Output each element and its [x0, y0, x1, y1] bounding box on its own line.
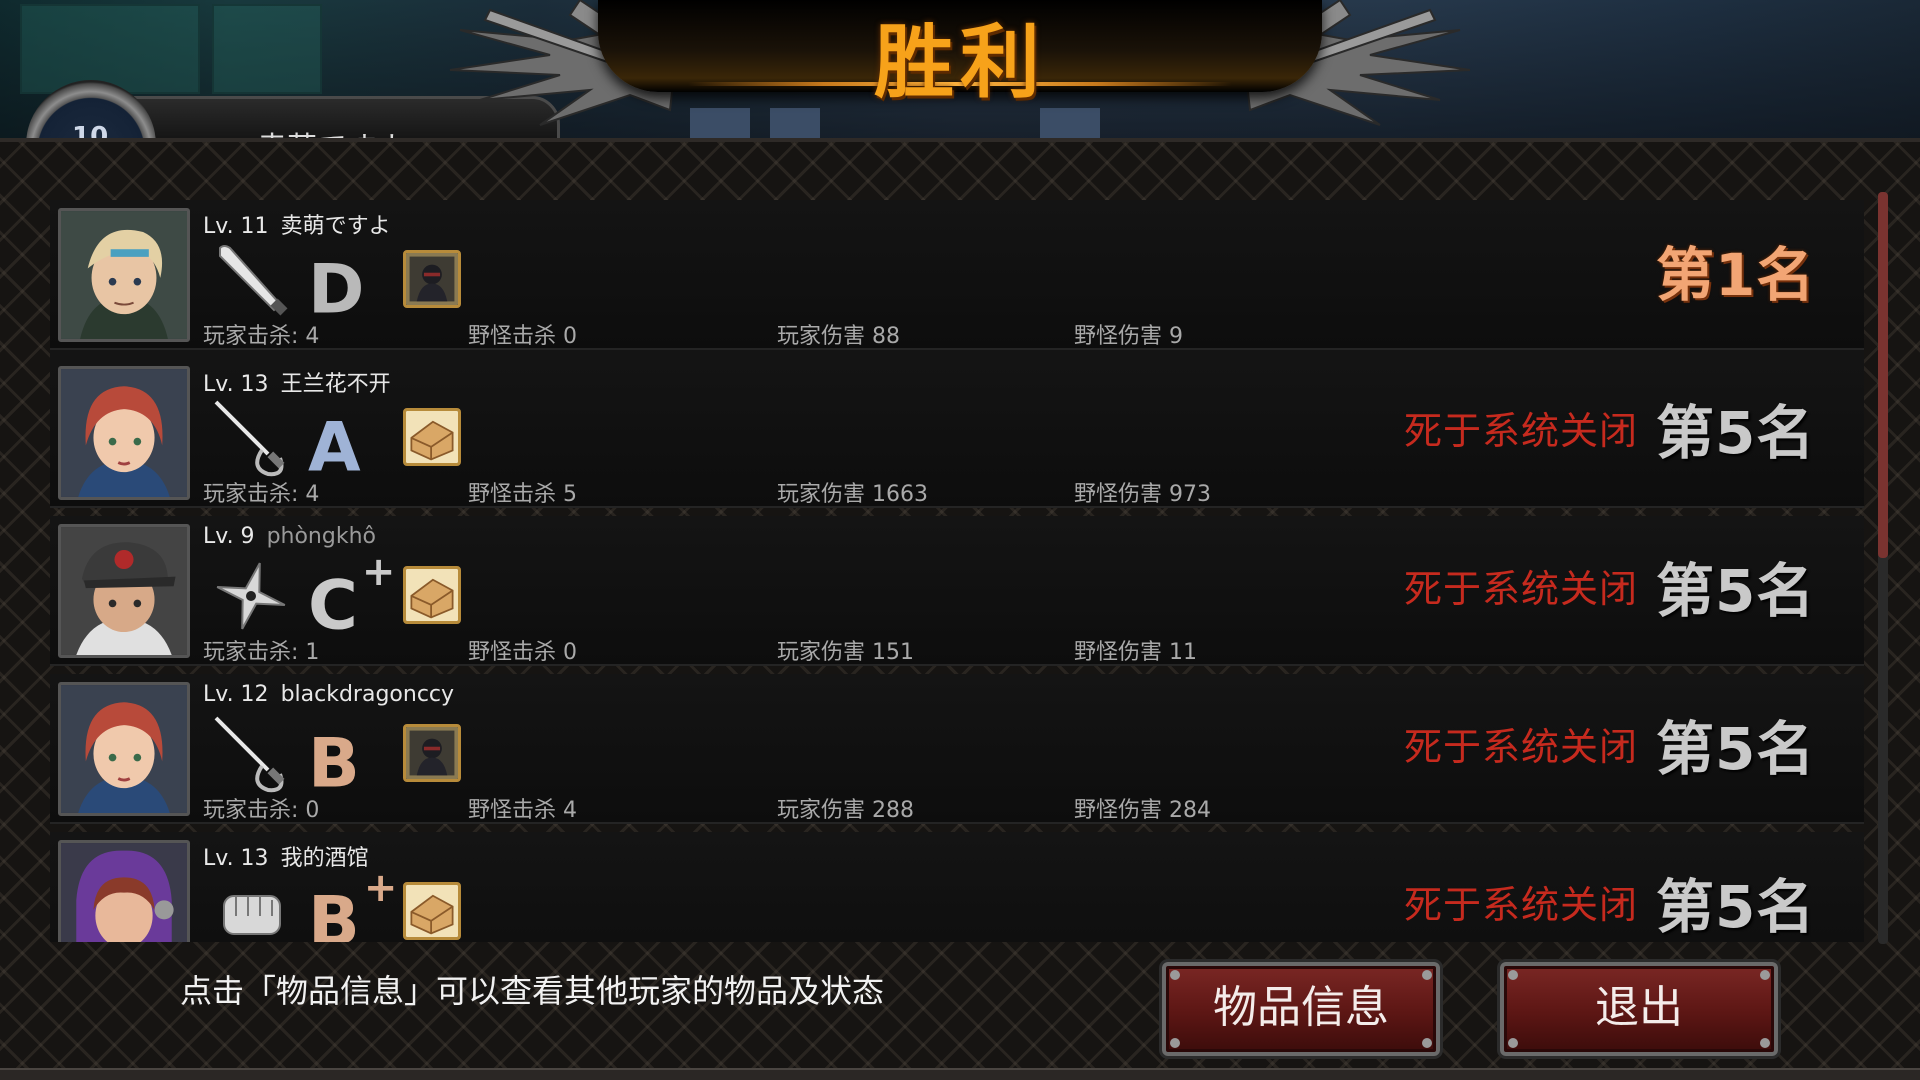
player-row-4[interactable]: Lv. 12 blackdragonccy B 玩家击杀: 0 野怪击杀 4 玩家… — [50, 674, 1864, 824]
player-level: Lv. 11 — [203, 214, 269, 239]
player-level: Lv. 13 — [203, 846, 269, 871]
player-name: phòngkhô — [266, 524, 376, 549]
player-damage: 玩家伤害 1663 — [777, 482, 928, 507]
bolt-icon — [1170, 1038, 1180, 1048]
rank-label: 第5名 — [1656, 715, 1816, 783]
player-kills: 玩家击杀: 0 — [203, 798, 320, 823]
avatar — [58, 840, 190, 942]
death-reason: 死于系统关闭 — [1404, 883, 1639, 927]
grade-plus: + — [361, 549, 396, 595]
weapon-grade: B + — [308, 865, 398, 942]
avatar — [58, 682, 190, 816]
shuriken-icon — [210, 556, 292, 636]
bread-item-icon[interactable] — [403, 566, 461, 624]
player-name: blackdragonccy — [280, 682, 455, 707]
player-row-5[interactable]: Lv. 13 我的酒馆 B + 死于系统关闭 第5名 — [50, 832, 1864, 942]
player-level: Lv. 13 — [203, 372, 269, 397]
bolt-icon — [1422, 1038, 1432, 1048]
player-kills: 玩家击杀: 4 — [203, 324, 320, 349]
player-damage: 玩家伤害 288 — [777, 798, 914, 823]
monster-damage: 野怪伤害 11 — [1074, 640, 1197, 665]
bolt-icon — [1508, 970, 1518, 980]
grade-letter: B — [308, 882, 360, 942]
bread-item-icon[interactable] — [403, 408, 461, 466]
player-level: Lv. 9 — [203, 524, 255, 549]
death-reason: 死于系统关闭 — [1404, 725, 1639, 769]
death-reason: 死于系统关闭 — [1404, 409, 1639, 453]
rapier-icon — [210, 714, 292, 794]
bolt-icon — [1760, 970, 1770, 980]
weapon-grade: B — [308, 710, 364, 805]
exit-button[interactable]: 退出 — [1500, 962, 1778, 1056]
bolt-icon — [1760, 1038, 1770, 1048]
monster-damage: 野怪伤害 973 — [1074, 482, 1211, 507]
player-row-2[interactable]: Lv. 13 王兰花不开 A 玩家击杀: 4 野怪击杀 5 玩家伤害 1663 野… — [50, 358, 1864, 508]
bolt-icon — [1508, 1038, 1518, 1048]
avatar — [58, 366, 190, 500]
scrollbar-thumb[interactable] — [1878, 192, 1888, 558]
player-kills: 玩家击杀: 4 — [203, 482, 320, 507]
hint-text: 点击「物品信息」可以查看其他玩家的物品及状态 — [180, 972, 885, 1010]
bread-item-icon[interactable] — [403, 882, 461, 940]
avatar — [58, 208, 190, 342]
player-kills: 玩家击杀: 1 — [203, 640, 320, 665]
level-and-name: Lv. 9 phòngkhô — [203, 524, 376, 549]
weapon-grade: A — [308, 394, 365, 489]
victory-title: 胜利 — [874, 16, 1046, 109]
player-row-3[interactable]: Lv. 9 phòngkhô C + 玩家击杀: 1 野怪击杀 0 玩家伤害 151… — [50, 516, 1864, 666]
item-info-button[interactable]: 物品信息 — [1162, 962, 1440, 1056]
monster-kills: 野怪击杀 0 — [468, 640, 577, 665]
ninja-item-icon[interactable] — [403, 724, 461, 782]
monster-kills: 野怪击杀 5 — [468, 482, 577, 507]
weapon-grade: C + — [308, 549, 396, 647]
monster-kills: 野怪击杀 4 — [468, 798, 577, 823]
bottom-edge — [0, 1068, 1920, 1080]
bolt-icon — [1170, 970, 1180, 980]
exit-button-label: 退出 — [1595, 982, 1683, 1033]
ninja-item-icon[interactable] — [403, 250, 461, 308]
rank-label: 第1名 — [1656, 241, 1816, 309]
death-reason: 死于系统关闭 — [1404, 567, 1639, 611]
rank-label: 第5名 — [1656, 873, 1816, 941]
monster-damage: 野怪伤害 9 — [1074, 324, 1183, 349]
monster-kills: 野怪击杀 0 — [468, 324, 577, 349]
player-level: Lv. 12 — [203, 682, 269, 707]
monster-damage: 野怪伤害 284 — [1074, 798, 1211, 823]
rank-label: 第5名 — [1656, 399, 1816, 467]
player-damage: 玩家伤害 88 — [777, 324, 900, 349]
player-row-1[interactable]: Lv. 11 卖萌ですよ D 玩家击杀: 4 野怪击杀 0 玩家伤害 88 野怪伤… — [50, 200, 1864, 350]
results-list-viewport[interactable]: Lv. 11 卖萌ですよ D 玩家击杀: 4 野怪击杀 0 玩家伤害 88 野怪伤… — [50, 200, 1870, 942]
level-and-name: Lv. 12 blackdragonccy — [203, 682, 454, 707]
baseball-bat-icon — [210, 240, 292, 320]
rank-label: 第5名 — [1656, 557, 1816, 625]
avatar — [58, 524, 190, 658]
fist-icon — [210, 872, 292, 942]
player-damage: 玩家伤害 151 — [777, 640, 914, 665]
grade-plus: + — [363, 865, 398, 911]
bolt-icon — [1422, 970, 1432, 980]
weapon-grade: D — [308, 236, 368, 331]
item-info-button-label: 物品信息 — [1213, 982, 1389, 1033]
rapier-icon — [210, 398, 292, 478]
